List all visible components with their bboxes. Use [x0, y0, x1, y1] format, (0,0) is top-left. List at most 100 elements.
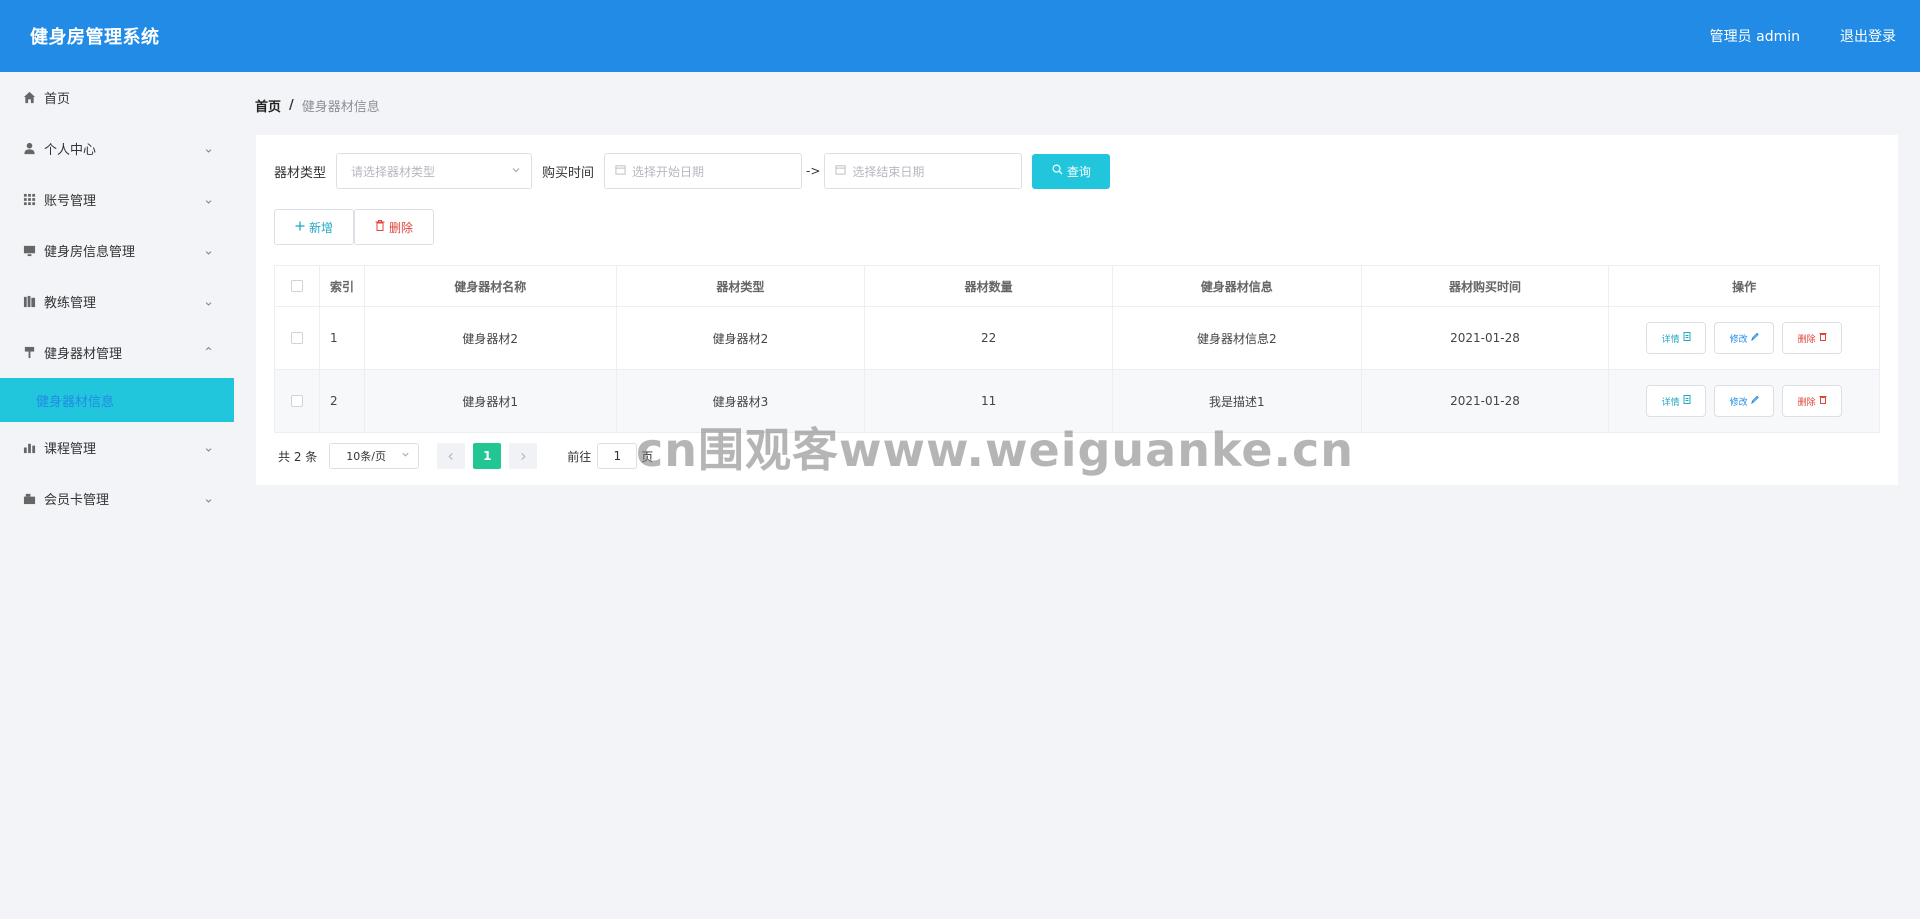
type-select[interactable]: 请选择器材类型 [336, 153, 533, 189]
sidebar-item-label: 教练管理 [44, 296, 97, 311]
detail-label: 详情 [1661, 334, 1680, 345]
delete-button[interactable]: 删除 [1782, 385, 1843, 417]
edit-button[interactable]: 修改 [1714, 322, 1775, 354]
delete-button[interactable]: 删除 [1782, 322, 1843, 354]
chevron-left-icon [448, 452, 453, 460]
user-icon [22, 142, 36, 156]
cell-name: 健身器材2 [365, 307, 617, 369]
cell-actions: 详情 修改 删除 [1609, 307, 1879, 369]
cell-date: 2021-01-28 [1362, 307, 1610, 369]
sidebar-item-gym-info[interactable]: 健身房信息管理 ⌄ [0, 225, 234, 276]
end-date-input[interactable]: 选择结束日期 [824, 153, 1023, 189]
next-page-button[interactable] [509, 443, 538, 469]
sidebar-item-accounts[interactable]: 账号管理 ⌄ [0, 174, 234, 225]
pagination: 共 2 条 10条/页 1 前往 1 页 [278, 443, 653, 469]
goto-page-input[interactable]: 1 [597, 443, 638, 469]
search-bar: 器材类型 请选择器材类型 购买时间 选择开始日期 -> 选择结束日期 查询 [274, 153, 1111, 189]
start-date-input[interactable]: 选择开始日期 [604, 153, 803, 189]
trash-icon [1819, 332, 1827, 344]
time-label: 购买时间 [542, 165, 595, 181]
breadcrumb-separator: / [289, 98, 294, 113]
chevron-down-icon [401, 450, 410, 462]
col-header-name: 健身器材名称 [365, 266, 617, 306]
row-checkbox-cell [275, 370, 320, 432]
query-button[interactable]: 查询 [1032, 153, 1111, 189]
pencil-icon [1750, 332, 1759, 344]
batch-delete-button[interactable]: 删除 [354, 209, 434, 245]
cell-date: 2021-01-28 [1362, 370, 1610, 432]
row-checkbox[interactable] [290, 332, 303, 344]
cell-type: 健身器材2 [617, 307, 866, 369]
grid-icon [22, 193, 36, 207]
chevron-right-icon [521, 452, 526, 460]
col-header-type: 器材类型 [617, 266, 866, 306]
sidebar-item-coaches[interactable]: 教练管理 ⌄ [0, 276, 234, 327]
row-checkbox-cell [275, 307, 320, 369]
page-number-current[interactable]: 1 [473, 443, 502, 469]
breadcrumb-current: 健身器材信息 [301, 100, 380, 115]
edit-label: 修改 [1729, 334, 1748, 345]
cell-count: 22 [865, 307, 1113, 369]
search-icon [1052, 164, 1063, 178]
header-checkbox-cell [275, 266, 320, 306]
brush-icon [22, 346, 36, 360]
home-icon [22, 91, 36, 105]
sidebar-item-label: 账号管理 [44, 194, 97, 209]
add-button[interactable]: 新增 [274, 209, 354, 245]
sidebar-item-label: 个人中心 [44, 143, 97, 158]
sidebar-item-courses[interactable]: 课程管理 ⌄ [0, 422, 234, 473]
detail-button[interactable]: 详情 [1646, 322, 1707, 354]
sidebar-item-personal-center[interactable]: 个人中心 ⌄ [0, 123, 234, 174]
sidebar-item-label: 健身房信息管理 [44, 245, 136, 260]
sidebar-item-label: 课程管理 [44, 442, 97, 457]
watermark: cn围观客www.weiguanke.cn [636, 423, 1355, 477]
row-checkbox[interactable] [290, 395, 303, 407]
col-header-index: 索引 [320, 266, 365, 306]
trash-icon [1819, 395, 1827, 407]
chevron-down-icon: ⌄ [203, 141, 214, 156]
add-label: 新增 [308, 220, 333, 235]
start-date-placeholder: 选择开始日期 [632, 164, 705, 179]
sidebar-item-home[interactable]: 首页 [0, 72, 234, 123]
sidebar-subitem-equipment-info[interactable]: 健身器材信息 [0, 378, 234, 422]
edit-button[interactable]: 修改 [1714, 385, 1775, 417]
card-icon [22, 492, 36, 506]
trash-icon [375, 220, 385, 234]
table-row: 1 健身器材2 健身器材2 22 健身器材信息2 2021-01-28 详情 修… [275, 307, 1879, 370]
sidebar: 首页 个人中心 ⌄ 账号管理 ⌄ 健身房信息管理 ⌄ 教练管理 ⌄ 健身器材管理… [0, 72, 234, 919]
chevron-down-icon: ⌄ [203, 491, 214, 506]
detail-label: 详情 [1661, 397, 1680, 408]
cell-actions: 详情 修改 删除 [1609, 370, 1879, 432]
end-date-placeholder: 选择结束日期 [852, 164, 925, 179]
type-select-placeholder: 请选择器材类型 [351, 164, 436, 179]
sidebar-item-equipment[interactable]: 健身器材管理 ⌃ [0, 327, 234, 378]
book-icon [22, 295, 36, 309]
select-all-checkbox[interactable] [290, 280, 303, 292]
col-header-actions: 操作 [1732, 279, 1757, 294]
goto-label: 前往 [567, 449, 592, 464]
plus-icon [295, 220, 305, 234]
document-icon [1683, 395, 1691, 407]
edit-label: 修改 [1729, 397, 1748, 408]
type-label: 器材类型 [274, 165, 327, 181]
table-header-row: 索引 健身器材名称 器材类型 器材数量 健身器材信息 器材购买时间 操作 [275, 266, 1879, 307]
action-bar: 新增 删除 [274, 209, 434, 245]
prev-page-button[interactable] [437, 443, 466, 469]
sidebar-item-member-cards[interactable]: 会员卡管理 ⌄ [0, 473, 234, 524]
page-size-select[interactable]: 10条/页 [329, 443, 420, 469]
chart-icon [22, 441, 36, 455]
document-icon [1683, 332, 1691, 344]
cell-index: 1 [320, 307, 365, 369]
delete-label: 删除 [388, 220, 413, 235]
calendar-icon [615, 164, 626, 178]
breadcrumb-home[interactable]: 首页 [255, 96, 281, 115]
logout-link[interactable]: 退出登录 [1840, 26, 1896, 46]
current-user[interactable]: 管理员 admin [1710, 26, 1800, 46]
delete-label: 删除 [1797, 397, 1816, 408]
total-count: 共 2 条 [278, 449, 318, 464]
col-header-info: 健身器材信息 [1113, 266, 1362, 306]
delete-label: 删除 [1797, 334, 1816, 345]
chevron-down-icon: ⌄ [203, 243, 214, 258]
detail-button[interactable]: 详情 [1646, 385, 1707, 417]
chevron-down-icon: ⌄ [203, 440, 214, 455]
